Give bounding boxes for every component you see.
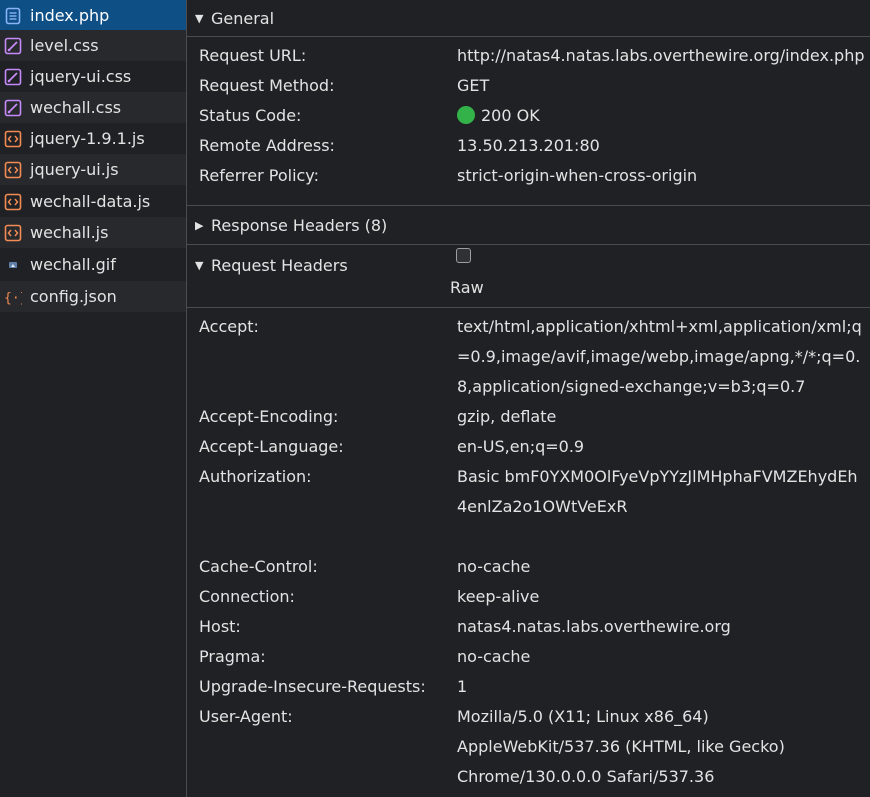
general-row-remote-address: Remote Address: 13.50.213.201:80 [187, 131, 870, 161]
section-divider [187, 244, 870, 245]
request-row-upgrade-insecure-requests: Upgrade-Insecure-Requests: 1 [187, 672, 870, 702]
general-row-referrer-policy: Referrer Policy: strict-origin-when-cros… [187, 161, 870, 191]
script-icon [4, 161, 22, 179]
request-name: jquery-ui.css [30, 67, 132, 86]
request-row-authorization: Authorization: Basic bmF0YXM0OlFyeVpYYzJ… [187, 462, 870, 552]
response-headers-section-header[interactable]: ▶ Response Headers (8) [187, 211, 870, 239]
response-headers-title: Response Headers (8) [211, 215, 388, 235]
request-name: wechall.css [30, 98, 122, 117]
header-key: Accept-Encoding: [199, 407, 339, 426]
header-value: natas4.natas.labs.overthewire.org [457, 617, 731, 636]
request-row-user-agent: User-Agent: Mozilla/5.0 (X11; Linux x86_… [187, 702, 870, 792]
header-value: http://natas4.natas.labs.overthewire.org… [457, 46, 865, 65]
request-row-accept: Accept: text/html,application/xhtml+xml,… [187, 312, 870, 402]
header-key: Request URL: [199, 46, 307, 65]
request-row-jquery-js[interactable]: jquery-1.9.1.js [0, 123, 186, 154]
header-value: no-cache [457, 557, 531, 576]
status-text: 200 OK [481, 106, 540, 125]
json-icon: {·} [4, 288, 22, 306]
request-row-index-php[interactable]: index.php [0, 0, 186, 31]
script-icon [4, 193, 22, 211]
header-value: gzip, deflate [457, 407, 557, 426]
header-key: Upgrade-Insecure-Requests: [199, 677, 426, 696]
request-row-connection: Connection: keep-alive [187, 582, 870, 612]
header-key: Status Code: [199, 106, 302, 125]
stylesheet-icon [4, 99, 22, 117]
headers-panel: ▼ General Request URL: http://natas4.nat… [187, 0, 870, 797]
triangle-down-icon: ▼ [195, 258, 204, 272]
request-list: index.php level.css jquery-ui.css wechal… [0, 0, 186, 797]
header-key: Host: [199, 617, 241, 636]
header-key: Pragma: [199, 647, 266, 666]
image-icon [4, 256, 22, 274]
request-name: wechall-data.js [30, 192, 151, 211]
request-row-level-css[interactable]: level.css [0, 30, 186, 61]
request-name: jquery-ui.js [30, 160, 119, 179]
request-name: index.php [30, 6, 110, 25]
header-value: GET [457, 76, 490, 95]
header-key: Accept-Language: [199, 437, 344, 456]
script-icon [4, 130, 22, 148]
triangle-down-icon: ▼ [195, 11, 204, 25]
svg-text:{·}: {·} [4, 291, 22, 306]
header-value: Mozilla/5.0 (X11; Linux x86_64) AppleWeb… [457, 707, 785, 786]
request-name: wechall.gif [30, 255, 116, 274]
header-key: Referrer Policy: [199, 166, 319, 185]
header-key: User-Agent: [199, 707, 293, 726]
request-headers-title: Request Headers [211, 255, 348, 275]
header-key: Accept: [199, 317, 259, 336]
document-icon [4, 7, 22, 25]
request-row-accept-language: Accept-Language: en-US,en;q=0.9 [187, 432, 870, 462]
request-headers-section-header[interactable]: ▼ Request Headers [187, 251, 870, 279]
general-row-request-method: Request Method: GET [187, 71, 870, 101]
header-value: keep-alive [457, 587, 540, 606]
request-row-jquery-ui-js[interactable]: jquery-ui.js [0, 154, 186, 185]
section-divider [187, 307, 870, 308]
header-value: Basic bmF0YXM0OlFyeVpYYzJlMHphaFVMZEhydE… [457, 467, 858, 516]
raw-label[interactable]: Raw [450, 278, 484, 297]
request-row-wechall-css[interactable]: wechall.css [0, 92, 186, 123]
raw-checkbox[interactable] [456, 248, 471, 263]
request-row-wechall-gif[interactable]: wechall.gif [0, 249, 186, 280]
request-row-config-json[interactable]: {·} config.json [0, 281, 186, 312]
request-row-pragma: Pragma: no-cache [187, 642, 870, 672]
request-row-jquery-ui-css[interactable]: jquery-ui.css [0, 61, 186, 92]
request-name: level.css [30, 36, 99, 55]
header-value: strict-origin-when-cross-origin [457, 166, 698, 185]
header-key: Remote Address: [199, 136, 335, 155]
general-row-status-code: Status Code: 200 OK [187, 101, 870, 131]
header-key: Request Method: [199, 76, 335, 95]
header-value: no-cache [457, 647, 531, 666]
triangle-right-icon: ▶ [195, 218, 204, 232]
header-key: Authorization: [199, 467, 312, 486]
status-ok-icon [457, 106, 475, 124]
request-row-wechall-data-js[interactable]: wechall-data.js [0, 186, 186, 217]
request-name: wechall.js [30, 223, 109, 242]
header-value: 13.50.213.201:80 [457, 136, 600, 155]
request-row-accept-encoding: Accept-Encoding: gzip, deflate [187, 402, 870, 432]
header-value: text/html,application/xhtml+xml,applicat… [457, 317, 862, 396]
stylesheet-icon [4, 68, 22, 86]
request-name: config.json [30, 287, 117, 306]
general-section-header[interactable]: ▼ General [187, 5, 870, 31]
header-key: Connection: [199, 587, 295, 606]
section-divider [187, 205, 870, 206]
header-value: 1 [457, 677, 468, 696]
devtools-network-panel: index.php level.css jquery-ui.css wechal… [0, 0, 870, 797]
general-row-request-url: Request URL: http://natas4.natas.labs.ov… [187, 41, 870, 71]
header-value: en-US,en;q=0.9 [457, 437, 585, 456]
script-icon [4, 224, 22, 242]
request-name: jquery-1.9.1.js [30, 129, 145, 148]
stylesheet-icon [4, 37, 22, 55]
section-divider [187, 36, 870, 37]
header-value-status: 200 OK [457, 101, 867, 131]
general-section-title: General [211, 8, 275, 28]
request-row-wechall-js[interactable]: wechall.js [0, 217, 186, 248]
request-row-host: Host: natas4.natas.labs.overthewire.org [187, 612, 870, 642]
header-key: Cache-Control: [199, 557, 318, 576]
request-row-cache-control: Cache-Control: no-cache [187, 552, 870, 582]
